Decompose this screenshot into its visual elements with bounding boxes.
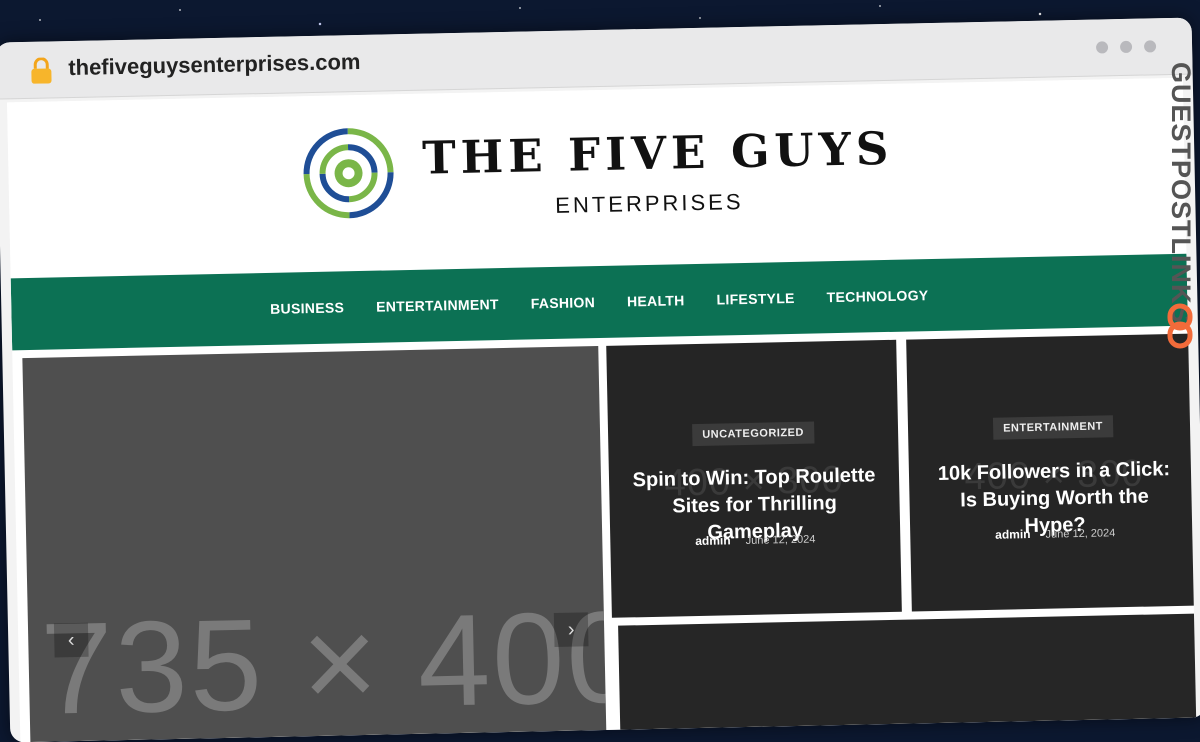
post-card-lower[interactable]	[618, 613, 1197, 742]
guestpostlinks-watermark: GUESTPOSTLINKS	[1160, 40, 1200, 360]
post-author[interactable]: admin	[995, 527, 1031, 542]
chain-link-icon	[1167, 303, 1193, 349]
nav-item-health[interactable]: HEALTH	[627, 292, 685, 309]
window-dot-icon[interactable]	[1119, 40, 1133, 54]
logo-title[interactable]: THE FIVE GUYS	[422, 122, 894, 185]
post-date: June 12, 2024	[745, 533, 816, 547]
window-controls	[1095, 40, 1157, 54]
category-badge[interactable]: ENTERTAINMENT	[992, 415, 1114, 440]
post-card[interactable]: 400 × 300 UNCATEGORIZED Spin to Win: Top…	[606, 339, 902, 618]
logo-subtitle: ENTERPRISES	[555, 188, 744, 218]
nav-item-technology[interactable]: TECHNOLOGY	[827, 287, 929, 305]
featured-grid: 735 × 400 ‹ › 400 × 300 UNCATEGORIZED Sp…	[22, 333, 1197, 742]
web-page: THE FIVE GUYS ENTERPRISES BUSINESS ENTER…	[6, 77, 1197, 742]
window-dot-icon[interactable]	[1095, 41, 1109, 54]
site-header: THE FIVE GUYS ENTERPRISES	[6, 77, 1187, 279]
browser-window-tilted: thefiveguysenterprises.com THE FIVE GUYS…	[0, 0, 1200, 742]
slider-next-icon[interactable]: ›	[553, 612, 589, 648]
nav-item-fashion[interactable]: FASHION	[531, 294, 596, 311]
slider-prev-icon[interactable]: ‹	[53, 622, 89, 658]
post-date: June 12, 2024	[1045, 527, 1116, 541]
target-logo-icon[interactable]	[293, 118, 403, 228]
nav-item-lifestyle[interactable]: LIFESTYLE	[716, 290, 794, 308]
hero-placeholder-text: 735 × 400	[39, 583, 607, 742]
nav-item-business[interactable]: BUSINESS	[270, 299, 344, 317]
browser-window: thefiveguysenterprises.com THE FIVE GUYS…	[0, 17, 1200, 742]
watermark-text: GUESTPOSTLINKS	[1166, 62, 1196, 324]
url-text[interactable]: thefiveguysenterprises.com	[68, 49, 361, 81]
nav-item-entertainment[interactable]: ENTERTAINMENT	[376, 296, 499, 315]
window-dot-icon[interactable]	[1143, 40, 1157, 53]
hero-slider[interactable]: 735 × 400 ‹ ›	[22, 346, 607, 742]
post-card[interactable]: 400 × 300 ENTERTAINMENT 10k Followers in…	[906, 333, 1197, 612]
post-author[interactable]: admin	[695, 533, 731, 548]
lock-icon	[31, 57, 52, 84]
category-badge[interactable]: UNCATEGORIZED	[692, 421, 815, 447]
